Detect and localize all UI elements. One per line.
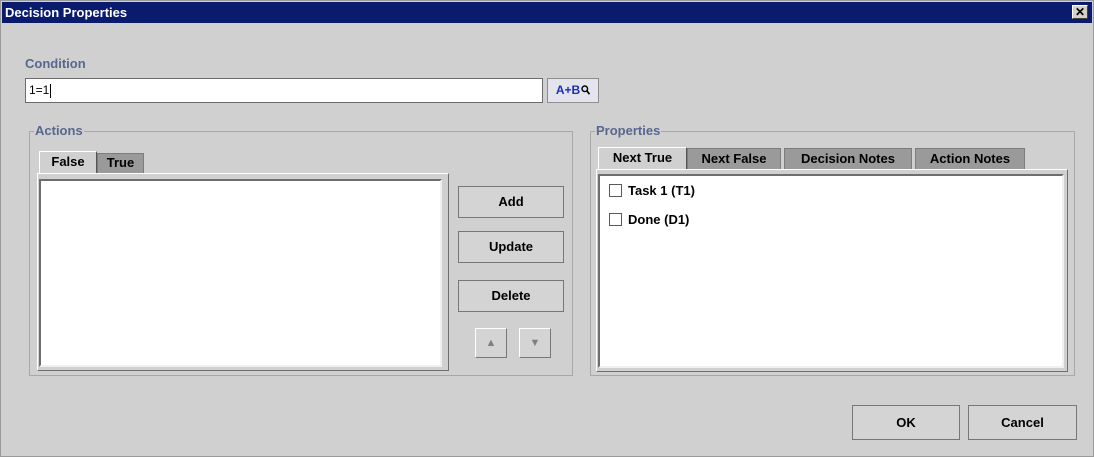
checkbox-task-1[interactable] [609,184,622,198]
delete-button[interactable]: Delete [458,280,564,312]
tab-false[interactable]: False [39,151,97,173]
list-item-task-1[interactable]: Task 1 (T1) [609,182,695,198]
actions-label: Actions [34,123,84,138]
done-label: Done (D1) [628,212,690,228]
properties-label: Properties [595,123,662,138]
magnifier-icon [581,85,591,95]
move-up-icon[interactable]: ▲ [475,328,507,358]
title-bar[interactable]: Decision Properties ✕ [2,2,1092,23]
close-icon[interactable]: ✕ [1072,5,1088,19]
task-1-label: Task 1 (T1) [628,183,695,199]
update-button[interactable]: Update [458,231,564,263]
ok-button[interactable]: OK [852,405,960,440]
expression-builder-button[interactable]: A+B [547,78,599,103]
tab-decision-notes[interactable]: Decision Notes [784,148,912,169]
add-button[interactable]: Add [458,186,564,218]
text-caret [50,83,52,98]
cancel-button[interactable]: Cancel [968,405,1077,440]
tab-next-false[interactable]: Next False [687,148,781,169]
condition-label: Condition [25,56,86,71]
checkbox-done[interactable] [609,213,622,227]
condition-value: 1=1 [29,83,50,97]
decision-properties-dialog: Decision Properties ✕ Condition 1=1 A+B … [0,0,1094,457]
list-item-done[interactable]: Done (D1) [609,211,689,227]
tab-next-true[interactable]: Next True [598,147,687,169]
next-true-list [598,174,1064,368]
expression-builder-label: A+B [555,83,581,97]
move-down-icon[interactable]: ▼ [519,328,551,358]
condition-input[interactable]: 1=1 [25,78,543,103]
tab-action-notes[interactable]: Action Notes [915,148,1025,169]
window-title: Decision Properties [5,5,128,20]
tab-true[interactable]: True [97,153,144,173]
actions-list[interactable] [39,179,442,367]
